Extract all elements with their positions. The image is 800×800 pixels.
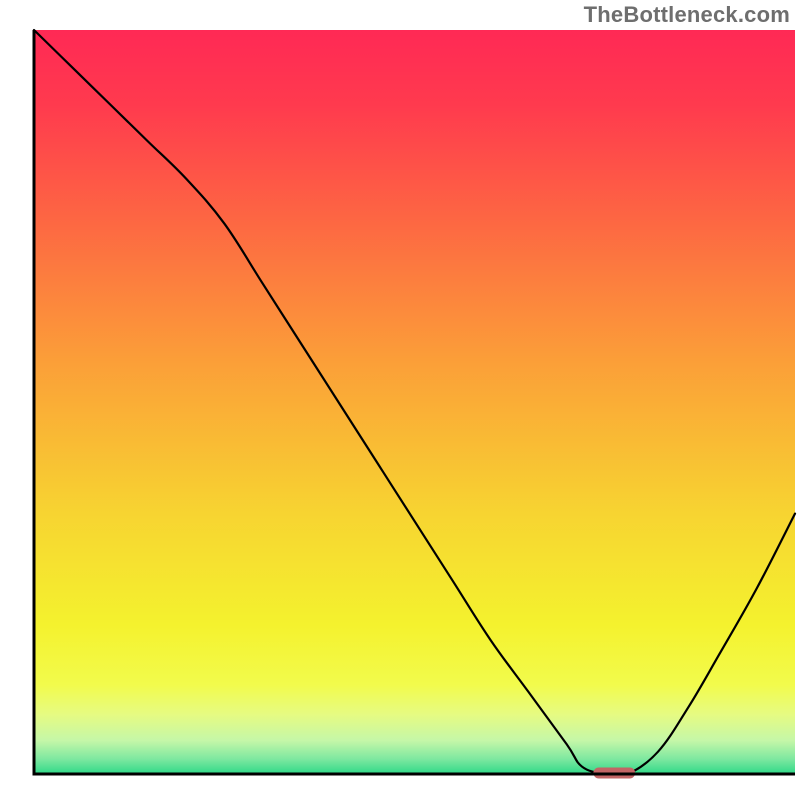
bottleneck-chart [0,0,800,800]
watermark-text: TheBottleneck.com [584,2,790,28]
chart-container: TheBottleneck.com [0,0,800,800]
